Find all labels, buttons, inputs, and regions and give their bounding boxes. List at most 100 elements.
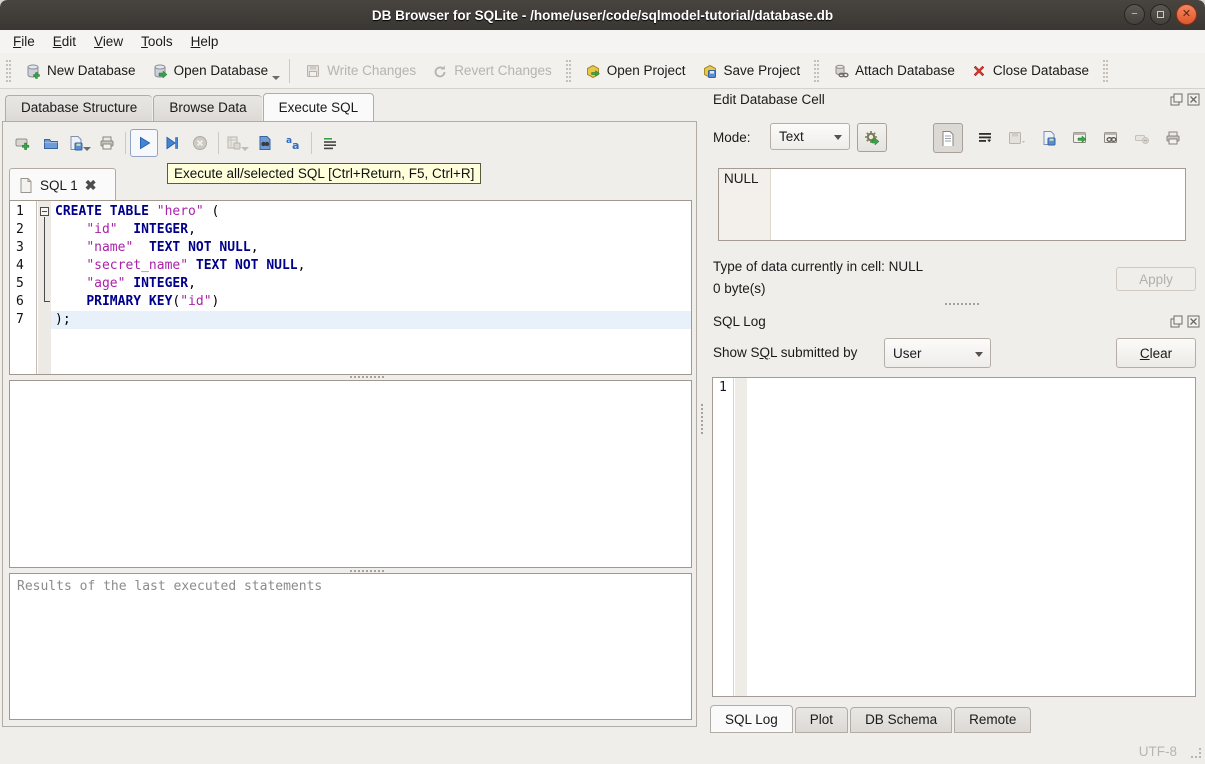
tab-execute-sql[interactable]: Execute SQL xyxy=(262,93,375,122)
code-line-4[interactable]: "secret_name" TEXT NOT NULL, xyxy=(51,257,691,275)
apply-button-label: Apply xyxy=(1139,271,1173,287)
open-database-button[interactable]: Open Database xyxy=(144,59,277,83)
cell-editor-gutter: NULL xyxy=(719,169,771,240)
open-sql-file-button[interactable] xyxy=(37,129,65,157)
stop-button xyxy=(186,129,214,157)
save-sql-dropdown-arrow[interactable] xyxy=(83,147,91,151)
new-database-icon xyxy=(25,63,41,79)
open-database-dropdown-arrow[interactable] xyxy=(272,75,281,80)
save-project-button[interactable]: Save Project xyxy=(694,59,809,83)
log-line-gutter: 1 xyxy=(713,378,734,696)
new-sql-tab-button[interactable] xyxy=(9,129,37,157)
menu-help[interactable]: Help xyxy=(182,32,228,51)
import-cell-icon xyxy=(1007,129,1027,147)
menu-bar: File Edit View Tools Help xyxy=(0,30,1205,53)
code-line-6[interactable]: PRIMARY KEY("id") xyxy=(51,293,691,311)
mode-select[interactable]: Text xyxy=(770,123,850,150)
sql-toolbar: aa xyxy=(9,126,344,160)
log-filter-select[interactable]: User xyxy=(884,338,991,368)
clear-button[interactable]: Clear xyxy=(1116,338,1196,368)
tab-database-structure[interactable]: Database Structure xyxy=(5,95,153,122)
export-cell-icon[interactable] xyxy=(1040,129,1058,147)
window-title: DB Browser for SQLite - /home/user/code/… xyxy=(371,7,834,23)
open-external-icon[interactable] xyxy=(1071,129,1089,147)
edit-cell-title: Edit Database Cell xyxy=(713,92,825,107)
bottom-tab-sql-log[interactable]: SQL Log xyxy=(710,705,793,733)
tab-browse-data[interactable]: Browse Data xyxy=(153,95,262,122)
bottom-tab-db-schema[interactable]: DB Schema xyxy=(850,707,953,733)
write-changes-button: Write Changes xyxy=(297,59,424,83)
code-line-2[interactable]: "id" INTEGER, xyxy=(51,221,691,239)
float-log-panel-icon[interactable] xyxy=(1170,315,1183,328)
execute-sql-page: aa SQL 1 ✖ Execute all/selected SQL [Ctr… xyxy=(2,121,697,727)
code-area[interactable]: CREATE TABLE "hero" ( "id" INTEGER, "nam… xyxy=(51,201,691,374)
close-log-panel-icon[interactable] xyxy=(1187,315,1200,328)
toolbar-drag-handle[interactable] xyxy=(6,59,11,82)
close-panel-icon[interactable] xyxy=(1187,93,1200,106)
word-wrap-button[interactable] xyxy=(316,129,344,157)
save-sql-file-button[interactable] xyxy=(65,129,93,157)
dock-splitter[interactable] xyxy=(945,303,979,307)
format-sql-button[interactable]: aa xyxy=(279,129,307,157)
code-line-5[interactable]: "age" INTEGER, xyxy=(51,275,691,293)
float-panel-icon[interactable] xyxy=(1170,93,1183,106)
find-button[interactable] xyxy=(251,129,279,157)
maximize-button[interactable] xyxy=(1150,4,1171,25)
link-data-icon[interactable] xyxy=(1102,129,1120,147)
save-project-icon xyxy=(702,63,718,79)
sql1-tab[interactable]: SQL 1 ✖ xyxy=(9,168,116,201)
text-mode-button[interactable] xyxy=(933,123,963,153)
revert-changes-icon xyxy=(432,63,448,79)
minimize-button[interactable]: − xyxy=(1124,4,1145,25)
toolbar-drag-handle-3[interactable] xyxy=(814,59,820,82)
resize-grip[interactable] xyxy=(1191,748,1201,758)
results-message-pane[interactable]: Results of the last executed statements xyxy=(9,573,692,720)
encoding-label[interactable]: UTF-8 xyxy=(1139,744,1177,759)
code-line-7[interactable]: ); xyxy=(51,311,691,329)
bottom-tab-remote[interactable]: Remote xyxy=(954,707,1032,733)
sql1-tab-label: SQL 1 xyxy=(40,177,78,193)
status-bar: UTF-8 xyxy=(0,738,1205,764)
fold-line xyxy=(44,217,50,302)
word-wrap-cell-icon[interactable] xyxy=(976,129,994,147)
code-line-3[interactable]: "name" TEXT NOT NULL, xyxy=(51,239,691,257)
open-file-icon xyxy=(42,134,60,152)
menu-view[interactable]: View xyxy=(85,32,132,51)
open-project-button[interactable]: Open Project xyxy=(577,59,694,83)
execute-line-button[interactable] xyxy=(158,129,186,157)
print-sql-button[interactable] xyxy=(93,129,121,157)
auto-apply-button[interactable] xyxy=(857,123,887,152)
print-cell-icon[interactable] xyxy=(1164,129,1182,147)
play-to-line-icon xyxy=(163,134,181,152)
sql1-tab-close-icon[interactable]: ✖ xyxy=(85,177,97,194)
toolbar-drag-handle-4[interactable] xyxy=(1102,59,1108,82)
svg-text:a: a xyxy=(292,139,299,152)
cell-editor[interactable]: NULL xyxy=(718,168,1186,241)
save-results-button xyxy=(223,129,251,157)
open-database-icon xyxy=(152,63,168,79)
revert-changes-button: Revert Changes xyxy=(424,59,560,83)
close-button[interactable]: ✕ xyxy=(1176,4,1197,25)
execute-all-button[interactable] xyxy=(130,129,158,157)
execute-tooltip: Execute all/selected SQL [Ctrl+Return, F… xyxy=(167,163,482,184)
code-line-1[interactable]: CREATE TABLE "hero" ( xyxy=(51,203,691,221)
save-results-dropdown-arrow xyxy=(241,147,249,151)
title-bar[interactable]: DB Browser for SQLite - /home/user/code/… xyxy=(0,0,1205,30)
open-project-label: Open Project xyxy=(606,63,686,78)
menu-tools[interactable]: Tools xyxy=(132,32,182,51)
clear-button-label: Clear xyxy=(1139,345,1173,361)
cell-value: NULL xyxy=(724,171,759,186)
new-database-button[interactable]: New Database xyxy=(17,59,144,83)
menu-file[interactable]: File xyxy=(4,32,44,51)
results-placeholder: Results of the last executed statements xyxy=(17,579,323,594)
sql-log-area[interactable]: 1 xyxy=(712,377,1196,697)
close-database-button[interactable]: Close Database xyxy=(963,59,1097,83)
menu-edit[interactable]: Edit xyxy=(44,32,85,51)
bottom-tab-plot[interactable]: Plot xyxy=(794,707,849,733)
fold-marker-icon[interactable] xyxy=(40,207,49,216)
attach-database-button[interactable]: Attach Database xyxy=(825,59,963,83)
toolbar-drag-handle-2[interactable] xyxy=(565,59,571,82)
results-grid-pane[interactable] xyxy=(9,380,692,568)
log-fold-margin xyxy=(735,378,747,696)
sql-code-editor[interactable]: 1234567 CREATE TABLE "hero" ( "id" INTEG… xyxy=(9,200,692,375)
